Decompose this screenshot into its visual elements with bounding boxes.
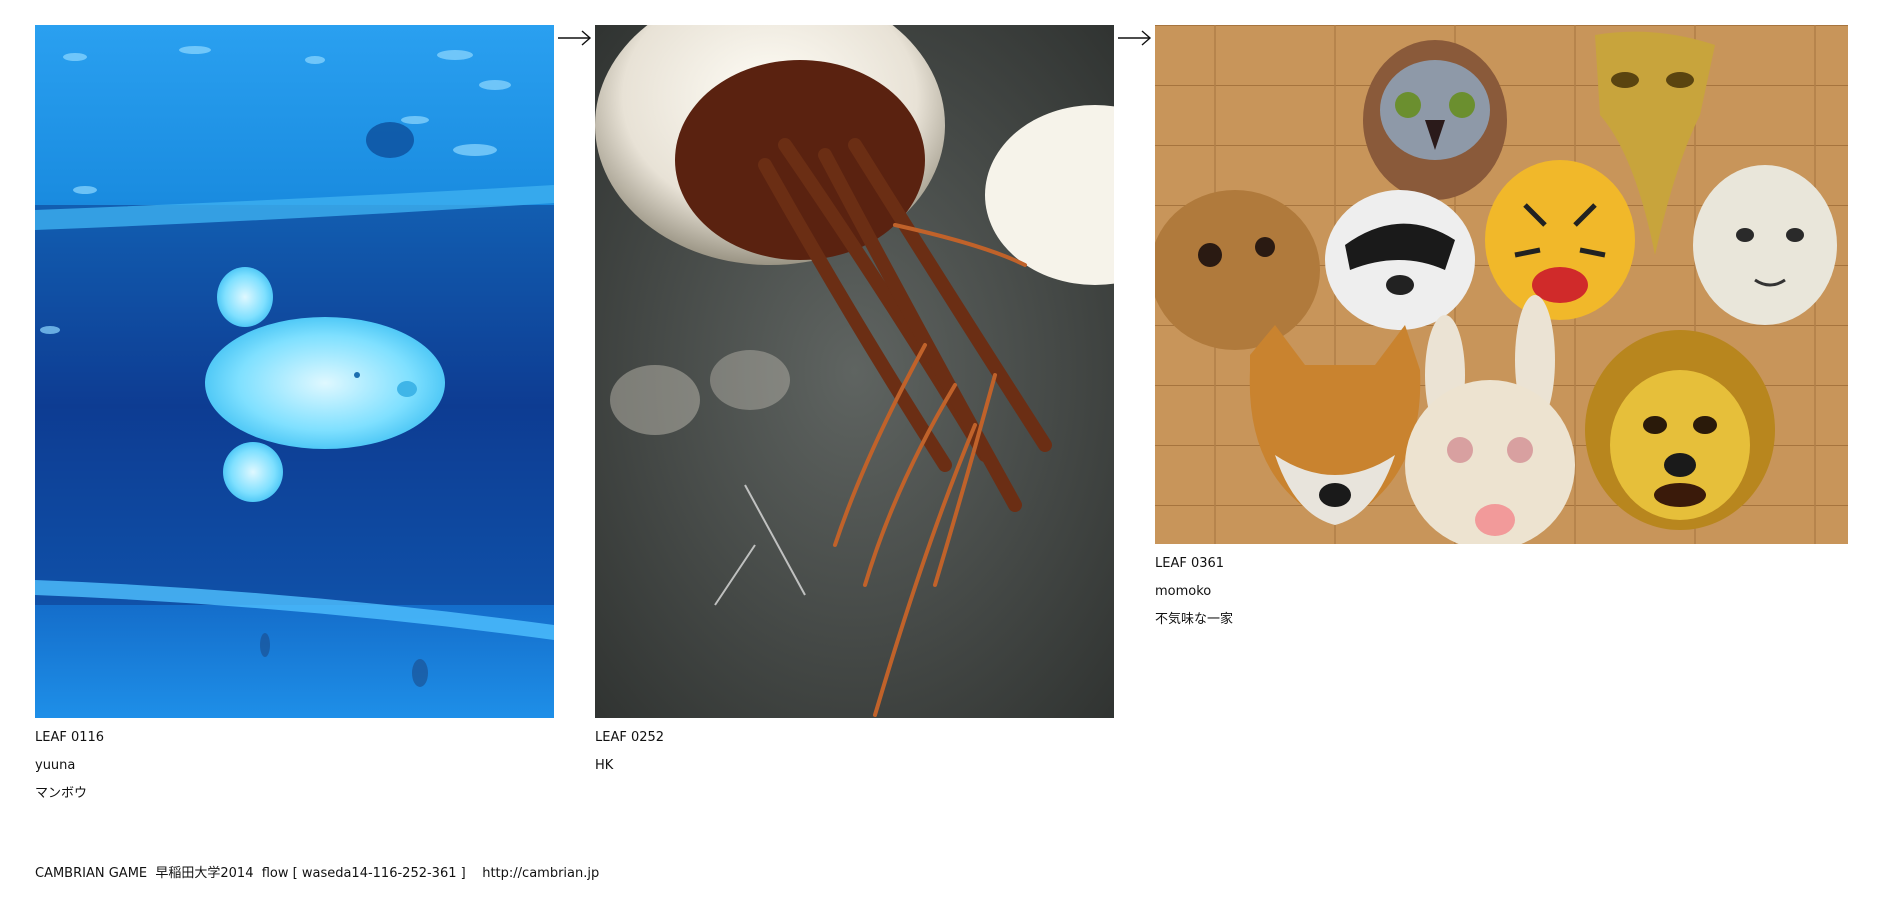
leaf-code: LEAF 0361 — [1155, 556, 1225, 571]
leaf-card: LEAF 0252 HK — [595, 25, 1114, 780]
right-arrow-icon — [558, 30, 592, 46]
leaf-author: yuuna — [35, 758, 76, 773]
leaf-card: LEAF 0116 yuuna マンボウ — [35, 25, 554, 808]
leaf-title: 不気味な一家 — [1155, 612, 1234, 627]
leaf-card: LEAF 0361 momoko 不気味な一家 — [1155, 25, 1848, 634]
leaf-title: マンボウ — [35, 786, 88, 801]
site-footer: CAMBRIAN GAME 早稲田大学2014 flow [ waseda14-… — [35, 866, 600, 881]
leaf-code: LEAF 0252 — [595, 730, 665, 745]
right-arrow-icon — [1118, 30, 1152, 46]
leaf-author: momoko — [1155, 584, 1212, 599]
leaf-code: LEAF 0116 — [35, 730, 105, 745]
sunfish-aquarium-photo[interactable] — [35, 25, 554, 718]
jellyfish-photo[interactable] — [595, 25, 1114, 718]
animal-masks-photo[interactable] — [1155, 25, 1848, 544]
leaf-author: HK — [595, 758, 614, 773]
